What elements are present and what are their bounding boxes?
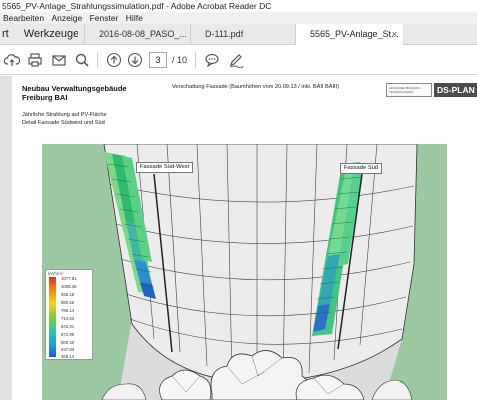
document-canvas[interactable]: Neubau Verwaltungsgebäude Freiburg BAI J… xyxy=(0,76,477,400)
page-total: / 10 xyxy=(172,55,188,65)
legend-value: 500.40 xyxy=(61,340,75,345)
menu-fenster[interactable]: Fenster xyxy=(90,12,119,24)
toolbar-separator xyxy=(195,52,196,68)
doc-subtitle-line2: Detail Fassade Südwest und Süd xyxy=(22,120,105,126)
legend-value: 935.18 xyxy=(61,292,75,297)
legend-value: 437.83 xyxy=(61,347,75,352)
mail-icon[interactable] xyxy=(51,52,67,68)
legend-value: 644.31 xyxy=(61,324,75,329)
legend-value: 1077.81 xyxy=(61,276,77,281)
facade-render xyxy=(42,143,447,400)
toolbar: 3 / 10 xyxy=(0,45,477,75)
legend-value: 1008.46 xyxy=(61,284,77,289)
doc-title-line2: Freiburg BAI xyxy=(22,93,68,102)
legend-value: 880.56 xyxy=(61,300,75,305)
pdf-page: Neubau Verwaltungsgebäude Freiburg BAI J… xyxy=(12,76,477,400)
legend-value: 786.14 xyxy=(61,308,75,313)
company-logo-small: ADVANCED BUILDING TECHNOLOGIES xyxy=(386,83,432,97)
search-icon[interactable] xyxy=(74,52,90,68)
tab-document-1[interactable]: 2016-08-08_PASO_... xyxy=(84,24,190,45)
company-logo: DS-PLAN xyxy=(434,83,477,97)
window-title: 5565_PV-Anlage_Strahlungssimulation.pdf … xyxy=(0,0,477,12)
menu-bearbeiten[interactable]: Bearbeiten xyxy=(3,12,44,24)
tab-document-label: 5565_PV-Anlage_St... xyxy=(310,29,399,39)
tab-tools-label[interactable]: Werkzeuge xyxy=(24,28,78,40)
close-tab-icon[interactable]: × xyxy=(392,24,397,45)
legend-value: 365.14 xyxy=(61,354,75,359)
doc-subtitle: Jährliche Strahlung auf PV-Fläche xyxy=(22,112,107,118)
color-legend: kWh/m² 1077.81 1008.46 935.18 880.56 786… xyxy=(45,269,93,360)
tab-bar: rt Werkzeuge 2016-08-08_PASO_... D-111.p… xyxy=(0,24,477,45)
toolbar-separator xyxy=(97,52,98,68)
page-number-input[interactable]: 3 xyxy=(149,52,167,68)
upload-icon[interactable] xyxy=(4,52,20,68)
next-page-icon[interactable] xyxy=(127,52,143,68)
simulation-image: Fassade Süd-West Fassade Süd kWh/m² 1077… xyxy=(42,143,447,400)
comment-icon[interactable] xyxy=(204,52,220,68)
label-facade-southwest: Fassade Süd-West xyxy=(136,162,194,173)
tab-document-2[interactable]: D-111.pdf xyxy=(190,24,295,45)
tab-tools[interactable]: rt Werkzeuge xyxy=(0,24,78,45)
tab-document-3[interactable]: 5565_PV-Anlage_St... × xyxy=(295,24,403,45)
pen-icon[interactable] xyxy=(228,52,244,68)
menu-bar: Bearbeiten Anzeige Fenster Hilfe xyxy=(0,12,477,24)
legend-value: 572.99 xyxy=(61,332,75,337)
tab-home-label[interactable]: rt xyxy=(2,28,9,40)
doc-header-note: Verschattung Fassade (Baumhöhen vom 20.0… xyxy=(172,84,339,90)
menu-hilfe[interactable]: Hilfe xyxy=(126,12,143,24)
print-icon[interactable] xyxy=(27,52,43,68)
label-facade-south: Fassade Süd xyxy=(340,163,383,174)
tab-document-label: 2016-08-08_PASO_... xyxy=(99,29,187,39)
legend-color-scale xyxy=(49,277,56,357)
tab-document-label: D-111.pdf xyxy=(205,29,244,39)
legend-value: 714.53 xyxy=(61,316,75,321)
menu-anzeige[interactable]: Anzeige xyxy=(52,12,83,24)
prev-page-icon[interactable] xyxy=(106,52,122,68)
doc-title: Neubau Verwaltungsgebäude xyxy=(22,84,127,93)
